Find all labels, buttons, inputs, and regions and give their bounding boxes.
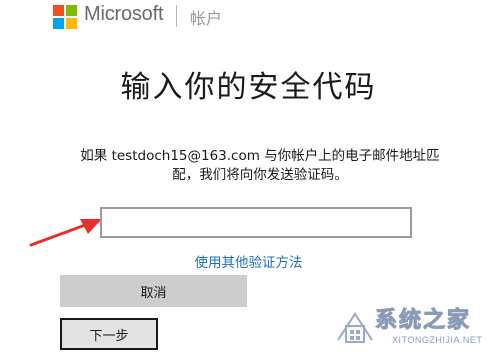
header-section-label: 帐户 [190, 9, 223, 28]
security-code-input[interactable] [100, 207, 412, 238]
description-line-1: 如果 testdoch15@163.com 与你帐户上的电子邮件地址匹 [80, 148, 440, 164]
next-button[interactable]: 下一步 [60, 318, 158, 350]
brand-name: Microsoft [84, 3, 164, 25]
cancel-button[interactable]: 取消 [60, 275, 247, 307]
logo-blue-square [53, 18, 64, 29]
watermark-text: 系统之家 [374, 307, 472, 334]
description-line-2: 配，我们将向你发送验证码。 [172, 167, 348, 183]
logo-red-square [53, 5, 64, 16]
page-title: 输入你的安全代码 [120, 70, 377, 105]
microsoft-logo-icon [53, 5, 77, 29]
alt-verify-link[interactable]: 使用其他验证方法 [0, 251, 497, 271]
header-divider [176, 5, 177, 27]
logo-yellow-square [66, 18, 77, 29]
red-arrow-icon [29, 219, 102, 247]
watermark-url: XITONGZHIJIA.NET [392, 335, 483, 345]
description: 如果 testdoch15@163.com 与你帐户上的电子邮件地址匹 配，我们… [60, 147, 460, 185]
logo-green-square [66, 5, 77, 16]
